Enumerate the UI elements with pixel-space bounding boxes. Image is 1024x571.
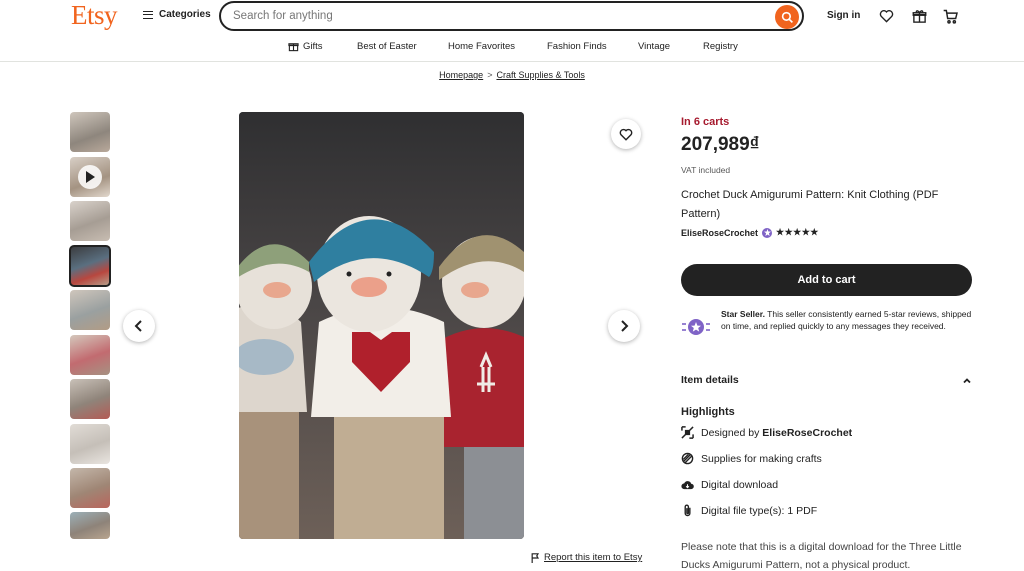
thumbnail[interactable] [70,379,110,419]
gift-icon [912,9,926,23]
star-seller-title: Star Seller. [721,309,765,319]
download-icon [681,478,694,491]
previous-image-button[interactable] [123,310,155,342]
breadcrumb-craft-supplies[interactable]: Craft Supplies & Tools [496,70,584,80]
cart-button[interactable] [942,7,960,25]
gift-icon [288,43,299,52]
paperclip-icon [681,504,694,517]
etsy-logo[interactable]: Etsy [71,0,118,31]
highlight-file-types: Digital file type(s): 1 PDF [681,504,817,517]
star-seller-badge-icon [762,227,773,238]
thumbnail[interactable] [70,512,110,539]
product-image[interactable] [239,112,524,539]
star-seller-icon [681,312,711,342]
in-carts-label: In 6 carts [681,116,730,128]
search-bar [219,1,804,31]
nav-item-registry[interactable]: Registry [703,41,738,52]
product-title: Crochet Duck Amigurumi Pattern: Knit Clo… [681,189,939,220]
hamburger-icon [143,10,153,19]
report-item-link[interactable]: Report this item to Etsy [531,552,642,563]
add-to-cart-button[interactable]: Add to cart [681,264,972,296]
chevron-up-icon [963,377,971,383]
highlight-supplies: Supplies for making crafts [681,452,822,465]
designer-name-link[interactable]: EliseRoseCrochet [762,427,852,439]
thumbnail[interactable] [70,424,110,464]
item-details-toggle[interactable]: Item details [681,374,972,386]
thumbnail[interactable] [70,201,110,241]
favorite-item-button[interactable] [611,119,641,149]
product-photo-illustration [239,112,524,539]
product-description: Please note that this is a digital downl… [681,541,962,571]
nav-item-gifts[interactable]: Gifts [288,41,323,52]
shop-info: EliseRoseCrochet ★★★★★ [681,227,819,238]
supplies-text: Supplies for making crafts [701,452,822,465]
highlight-digital-download: Digital download [681,478,778,491]
designed-by-text: Designed by EliseRoseCrochet [701,427,852,439]
item-details-label: Item details [681,374,739,386]
report-item-label: Report this item to Etsy [544,552,643,563]
category-nav: Gifts Best of Easter Home Favorites Fash… [0,36,1024,62]
chevron-right-icon [621,320,629,332]
nav-item-fashion-finds[interactable]: Fashion Finds [547,41,607,52]
favorites-button[interactable] [877,7,895,25]
breadcrumb-homepage[interactable]: Homepage [439,70,483,80]
rating-stars[interactable]: ★★★★★ [776,227,819,238]
thumbnail[interactable] [70,468,110,508]
search-input[interactable] [221,10,761,22]
thumbnail-video[interactable] [70,157,110,197]
categories-button[interactable]: Categories [143,9,211,20]
gift-button[interactable] [910,7,928,25]
categories-label: Categories [159,9,211,20]
supplies-icon [681,452,694,465]
shop-name-link[interactable]: EliseRoseCrochet [681,228,758,238]
nav-item-home-favorites[interactable]: Home Favorites [448,41,515,52]
star-seller-text: Star Seller. This seller consistently ea… [721,308,976,342]
thumbnail[interactable] [70,112,110,152]
flag-icon [531,552,540,563]
star-seller-info: Star Seller. This seller consistently ea… [681,308,976,342]
cart-icon [943,9,958,24]
thumbnail-active[interactable] [69,245,111,287]
breadcrumb: Homepage > Craft Supplies & Tools [0,70,1024,80]
play-icon [78,165,102,189]
search-icon [781,11,793,23]
designed-by-prefix: Designed by [701,426,760,439]
highlights-heading: Highlights [681,406,735,418]
heart-icon [619,128,633,141]
digital-download-text: Digital download [701,478,779,491]
breadcrumb-separator: > [487,70,493,80]
file-types-text: Digital file type(s): 1 PDF [701,504,818,517]
heart-icon [879,10,893,23]
nav-item-vintage[interactable]: Vintage [638,41,670,52]
search-button[interactable] [775,5,799,29]
next-image-button[interactable] [608,310,640,342]
price: 207,989₫ [681,134,760,155]
sign-in-link[interactable]: Sign in [827,10,860,21]
thumbnail[interactable] [70,335,110,375]
nav-item-best-of-easter[interactable]: Best of Easter [357,41,417,52]
thumbnail[interactable] [70,290,110,330]
highlight-designed-by: Designed by EliseRoseCrochet [681,426,852,439]
nav-item-label: Gifts [303,41,323,52]
chevron-left-icon [134,320,142,332]
design-icon [681,426,694,439]
vat-note: VAT included [681,165,731,175]
site-header: Etsy Categories Sign in [0,0,1024,34]
